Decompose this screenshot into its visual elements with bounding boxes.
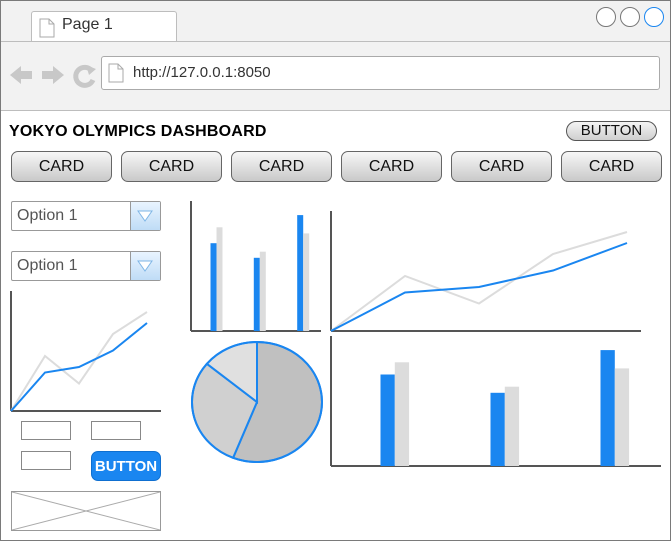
card-3[interactable]: CARD [231,151,332,182]
page-icon [39,18,55,38]
bar-1-series-1 [259,251,266,331]
line-series-1 [10,311,148,412]
tab-strip-divider [1,41,670,42]
dropdown-toggle[interactable] [130,202,160,230]
bar-2-series-1 [614,368,630,466]
dropdown-toggle[interactable] [130,252,160,280]
bar-0-series-1 [216,227,223,331]
image-placeholder-icon [11,491,161,531]
browser-window: Page 1 http://127.0.0.1:8050 YOKYO OLYMP… [0,0,671,541]
forward-arrow-icon[interactable] [42,66,64,84]
dropdown-1[interactable]: Option 1 [11,201,161,231]
dropdown-value: Option 1 [17,207,78,224]
bar-1-series-1 [504,386,520,466]
line-chart-large [330,211,641,332]
minimize-window-button[interactable] [596,7,616,27]
line-series-1 [330,231,628,332]
top-button[interactable]: BUTTON [566,121,657,141]
page-icon [108,63,124,83]
close-window-button[interactable] [644,7,664,27]
maximize-window-button[interactable] [620,7,640,27]
nav-icons [10,64,96,88]
tab-title: Page 1 [62,16,113,33]
image-placeholder [11,491,161,531]
url-text: http://127.0.0.1:8050 [133,64,271,81]
card-5[interactable]: CARD [451,151,552,182]
bar-chart-large [330,336,661,467]
bar-chart-small [190,201,321,332]
line-series-0 [10,322,148,412]
bar-0-series-1 [394,362,410,466]
text-input-3[interactable] [21,451,71,470]
bar-1-series-0 [490,392,505,466]
browser-chrome: Page 1 http://127.0.0.1:8050 [1,1,670,111]
nav-buttons [10,63,98,94]
dropdown-2[interactable]: Option 1 [11,251,161,281]
bar-0-series-0 [210,243,217,331]
action-button[interactable]: BUTTON [91,451,161,481]
line-series-0 [330,242,628,332]
bar-2-series-0 [600,350,615,466]
dashboard-title: YOKYO OLYMPICS DASHBOARD [9,123,267,140]
card-4[interactable]: CARD [341,151,442,182]
back-arrow-icon[interactable] [10,66,32,84]
line-chart-small [10,291,161,412]
bar-0-series-0 [380,374,395,466]
card-1[interactable]: CARD [11,151,112,182]
browser-tab[interactable]: Page 1 [31,11,177,42]
bar-1-series-0 [253,257,260,331]
text-input-2[interactable] [91,421,141,440]
dropdown-value: Option 1 [17,257,78,274]
reload-icon[interactable] [73,64,96,88]
pie-chart [191,340,323,463]
bar-2-series-1 [303,233,310,331]
bar-2-series-0 [297,215,304,331]
card-2[interactable]: CARD [121,151,222,182]
text-input-1[interactable] [21,421,71,440]
chevron-down-icon [137,210,153,222]
chevron-down-icon [137,260,153,272]
card-6[interactable]: CARD [561,151,662,182]
address-bar[interactable]: http://127.0.0.1:8050 [101,56,660,90]
